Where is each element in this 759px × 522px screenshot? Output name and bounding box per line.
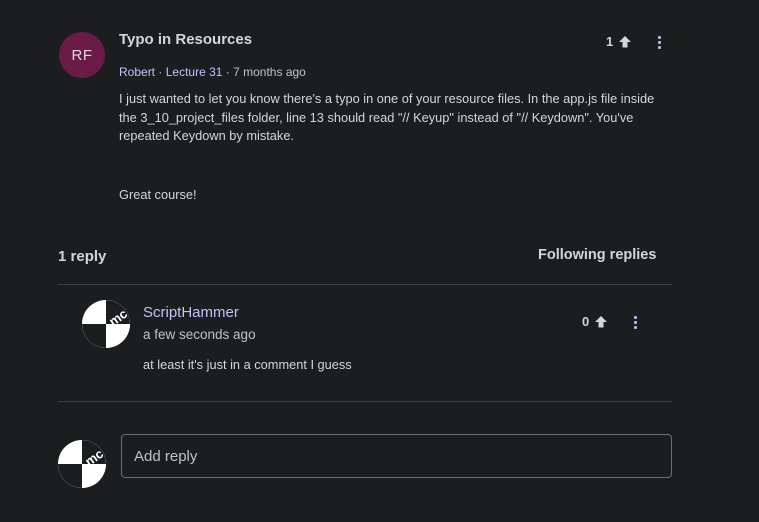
meta-separator: ·	[225, 65, 230, 79]
question-time: 7 months ago	[233, 65, 306, 79]
lecture-link[interactable]: Lecture 31	[166, 65, 223, 79]
add-reply-field[interactable]	[121, 434, 672, 478]
reply-upvote-count: 0	[582, 314, 590, 329]
question-body-paragraph: I just wanted to let you know there's a …	[119, 91, 655, 143]
question-title: Typo in Resources	[119, 31, 253, 48]
divider	[58, 401, 672, 402]
question-upvote-button[interactable]: 1	[606, 34, 632, 49]
reply-more-options-icon[interactable]	[634, 316, 638, 331]
following-replies-button[interactable]: Following replies	[530, 245, 664, 265]
add-reply-input[interactable]	[122, 435, 671, 477]
user-avatar-logo: mc m .	[82, 300, 130, 348]
reply-author-name[interactable]: ScriptHammer	[143, 304, 239, 321]
reply-body: at least it's just in a comment I guess	[143, 357, 352, 372]
arrow-up-icon	[595, 315, 608, 327]
question-author-link[interactable]: Robert	[119, 65, 155, 79]
user-avatar-logo: mc m	[58, 440, 106, 488]
question-meta: Robert · Lecture 31 · 7 months ago	[119, 65, 306, 79]
reply-author-avatar[interactable]: mc m .	[82, 300, 130, 348]
question-upvote-count: 1	[606, 34, 614, 49]
svg-text:.: .	[100, 320, 103, 330]
replies-count: 1 reply	[58, 248, 107, 265]
reply-upvote-button[interactable]: 0	[582, 314, 608, 329]
question-more-options-icon[interactable]	[658, 36, 662, 51]
arrow-up-icon	[619, 35, 632, 47]
question-body: I just wanted to let you know there's a …	[119, 90, 674, 204]
reply-time: a few seconds ago	[143, 327, 256, 342]
question-author-avatar[interactable]: RF	[59, 32, 105, 78]
divider	[58, 284, 672, 285]
meta-separator: ·	[158, 65, 163, 79]
question-body-paragraph: Great course!	[119, 186, 197, 202]
current-user-avatar[interactable]: mc m	[58, 440, 106, 488]
